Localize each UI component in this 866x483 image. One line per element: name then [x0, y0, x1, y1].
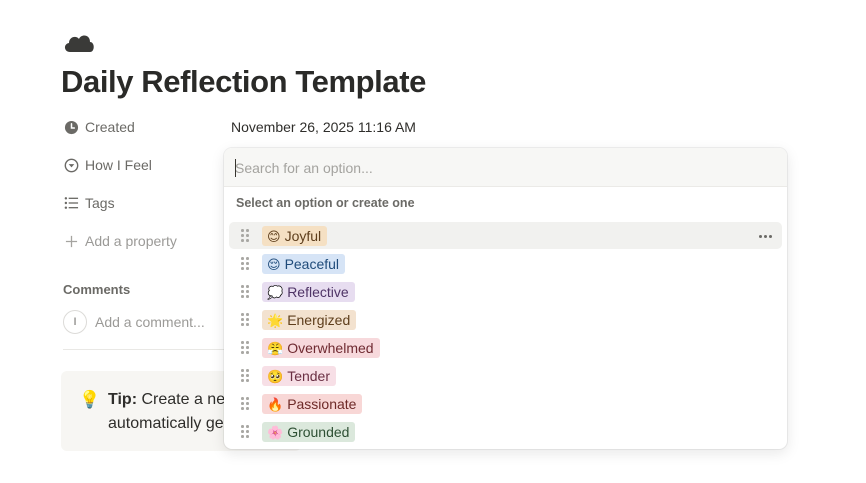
- list-icon: [63, 195, 79, 211]
- drag-handle-icon[interactable]: [240, 397, 250, 410]
- option-tag: 🥺 Tender: [262, 366, 336, 386]
- divider: [63, 349, 233, 350]
- page-title[interactable]: Daily Reflection Template: [61, 64, 426, 100]
- option-tag: 🔥 Passionate: [262, 394, 363, 414]
- plus-icon: [63, 233, 79, 249]
- dropdown-hint: Select an option or create one: [236, 196, 415, 210]
- property-label: Tags: [85, 195, 115, 211]
- callout-bold: Tip:: [108, 391, 138, 408]
- drag-handle-icon[interactable]: [240, 341, 250, 354]
- drag-handle-icon[interactable]: [240, 313, 250, 326]
- option-tag: 🌸 Grounded: [262, 422, 356, 442]
- drag-handle-icon[interactable]: [240, 369, 250, 382]
- drag-handle-icon[interactable]: [240, 425, 250, 438]
- option-item-peaceful[interactable]: 😌 Peaceful: [229, 250, 782, 277]
- option-emoji: 😤: [267, 340, 284, 356]
- option-label: Peaceful: [284, 256, 340, 272]
- clock-icon: [63, 119, 79, 135]
- drag-handle-icon[interactable]: [240, 257, 250, 270]
- option-emoji: 🔥: [267, 396, 284, 412]
- callout-line-1: Create a ne: [137, 391, 226, 408]
- property-tags[interactable]: Tags: [63, 192, 115, 214]
- option-label: Reflective: [287, 284, 349, 300]
- option-emoji: 😊: [267, 228, 281, 244]
- more-options-icon[interactable]: [756, 227, 774, 245]
- option-tag: 😊 Joyful: [262, 226, 328, 246]
- option-label: Grounded: [287, 424, 350, 440]
- cloud-icon[interactable]: [62, 30, 98, 56]
- option-emoji: 💭: [267, 284, 284, 300]
- option-item-passionate[interactable]: 🔥 Passionate: [229, 390, 782, 417]
- option-label: Joyful: [284, 228, 322, 244]
- select-circle-icon: [63, 157, 79, 173]
- option-item-energized[interactable]: 🌟 Energized: [229, 306, 782, 333]
- option-item-joyful[interactable]: 😊 Joyful: [229, 222, 782, 249]
- option-label: Passionate: [287, 396, 357, 412]
- property-created[interactable]: Created: [63, 116, 135, 138]
- option-tag: 💭 Reflective: [262, 282, 355, 302]
- option-item-reflective[interactable]: 💭 Reflective: [229, 278, 782, 305]
- option-emoji: 🥺: [267, 368, 284, 384]
- drag-handle-icon[interactable]: [240, 229, 250, 242]
- option-emoji: 🌸: [267, 424, 284, 440]
- option-dropdown: Select an option or create one 😊Joyful😌P…: [224, 148, 787, 449]
- option-emoji: 😌: [267, 256, 281, 272]
- option-emoji: 🌟: [267, 312, 284, 328]
- property-label: Created: [85, 119, 135, 135]
- property-label: How I Feel: [85, 157, 152, 173]
- option-search-input[interactable]: [235, 157, 775, 179]
- comment-composer[interactable]: I Add a comment...: [63, 310, 205, 334]
- comments-heading: Comments: [63, 282, 131, 297]
- option-label: Tender: [287, 368, 330, 384]
- created-value: November 26, 2025 11:16 AM: [231, 119, 416, 135]
- option-tag: 😌 Peaceful: [262, 254, 346, 274]
- add-property-label: Add a property: [85, 233, 177, 249]
- lightbulb-icon: 💡: [79, 390, 101, 409]
- drag-handle-icon[interactable]: [240, 285, 250, 298]
- option-item-overwhelmed[interactable]: 😤 Overwhelmed: [229, 334, 782, 361]
- option-label: Energized: [287, 312, 351, 328]
- avatar: I: [63, 310, 87, 334]
- property-how-i-feel[interactable]: How I Feel: [63, 154, 152, 176]
- option-item-tender[interactable]: 🥺 Tender: [229, 362, 782, 389]
- text-caret: [235, 159, 236, 177]
- option-label: Overwhelmed: [287, 340, 374, 356]
- add-property-button[interactable]: Add a property: [63, 230, 177, 252]
- option-tag: 😤 Overwhelmed: [262, 338, 380, 358]
- comment-input[interactable]: Add a comment...: [95, 314, 205, 330]
- search-box[interactable]: [224, 148, 787, 187]
- option-item-grounded[interactable]: 🌸 Grounded: [229, 418, 782, 445]
- option-tag: 🌟 Energized: [262, 310, 357, 330]
